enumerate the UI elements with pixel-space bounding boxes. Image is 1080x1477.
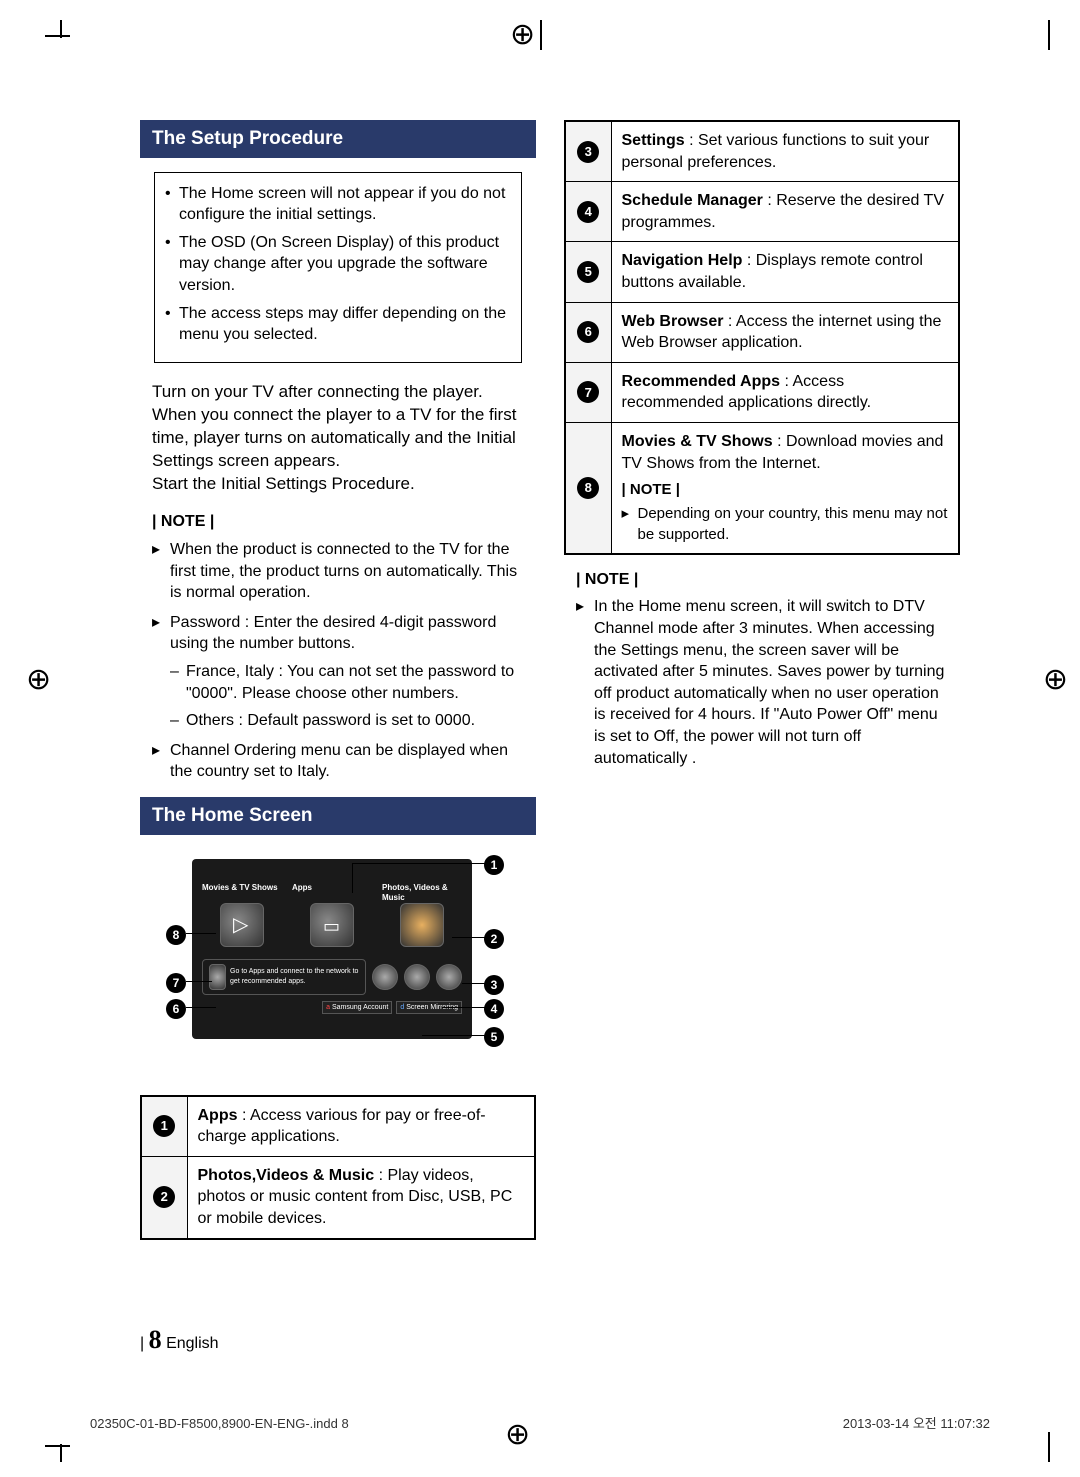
setup-notes-list: When the product is connected to the TV … bbox=[152, 539, 524, 783]
apps-icon bbox=[310, 903, 354, 947]
tile-label-movies: Movies & TV Shows bbox=[202, 883, 282, 899]
def-term: Recommended Apps bbox=[622, 373, 781, 390]
footer-language: English bbox=[166, 1335, 218, 1352]
play-icon bbox=[220, 903, 264, 947]
crop-mark bbox=[1048, 1432, 1050, 1462]
setup-body-text: Turn on your TV after connecting the pla… bbox=[152, 381, 524, 496]
setup-procedure-heading: The Setup Procedure bbox=[140, 120, 536, 158]
table-row: 3 Settings : Set various functions to su… bbox=[565, 121, 959, 182]
note-item: When the product is connected to the TV … bbox=[152, 539, 524, 604]
table-row: 2 Photos,Videos & Music : Play videos, p… bbox=[141, 1156, 535, 1238]
callout-2: 2 bbox=[484, 929, 504, 949]
crop-mark bbox=[45, 35, 70, 37]
rec-apps-icon bbox=[209, 964, 226, 990]
home-screen-heading: The Home Screen bbox=[140, 797, 536, 835]
table-row: 1 Apps : Access various for pay or free-… bbox=[141, 1096, 535, 1157]
note-item: Channel Ordering menu can be displayed w… bbox=[152, 740, 524, 783]
settings-icon bbox=[436, 964, 462, 990]
bullet-item: The OSD (On Screen Display) of this prod… bbox=[179, 232, 507, 297]
tile-label-apps: Apps bbox=[292, 883, 372, 899]
indd-filename: 02350C-01-BD-F8500,8900-EN-ENG-.indd 8 bbox=[90, 1415, 349, 1433]
crop-mark bbox=[540, 20, 542, 50]
def-term: Schedule Manager bbox=[622, 192, 763, 209]
note-item: Password : Enter the desired 4-digit pas… bbox=[152, 612, 524, 732]
footer-bar: | bbox=[140, 1335, 144, 1352]
setup-bullets-box: The Home screen will not appear if you d… bbox=[154, 172, 522, 363]
note-label: | NOTE | bbox=[622, 480, 949, 500]
tile-label-media: Photos, Videos & Music bbox=[382, 883, 462, 899]
note-item-text: Password : Enter the desired 4-digit pas… bbox=[170, 614, 496, 653]
callout-5: 5 bbox=[484, 1027, 504, 1047]
tv-screenshot: Movies & TV Shows Apps Photos, Videos & … bbox=[192, 859, 472, 1039]
callout-4: 4 bbox=[484, 999, 504, 1019]
def-number: 5 bbox=[577, 261, 599, 283]
def-number: 7 bbox=[577, 381, 599, 403]
crop-mark bbox=[45, 1445, 70, 1447]
crop-mark bbox=[60, 1444, 62, 1462]
table-row: 6 Web Browser : Access the internet usin… bbox=[565, 302, 959, 362]
note-subitem: France, Italy : You can not set the pass… bbox=[170, 661, 524, 704]
note-subitem: Others : Default password is set to 0000… bbox=[170, 710, 524, 732]
callout-6: 6 bbox=[166, 999, 186, 1019]
def-number: 1 bbox=[153, 1115, 175, 1137]
def-term: Settings bbox=[622, 132, 685, 149]
def-number: 2 bbox=[153, 1186, 175, 1208]
definitions-table-left: 1 Apps : Access various for pay or free-… bbox=[140, 1095, 536, 1240]
def-number: 6 bbox=[577, 321, 599, 343]
registration-mark-icon: ⊕ bbox=[26, 660, 51, 701]
registration-mark-icon: ⊕ bbox=[1043, 660, 1068, 701]
def-number: 3 bbox=[577, 141, 599, 163]
def8-note: Depending on your country, this menu may… bbox=[622, 504, 949, 545]
left-column: The Setup Procedure The Home screen will… bbox=[140, 120, 536, 1317]
note-label: | NOTE | bbox=[152, 511, 524, 533]
schedule-manager-icon bbox=[404, 964, 430, 990]
crop-mark bbox=[60, 20, 62, 38]
table-row: 5 Navigation Help : Displays remote cont… bbox=[565, 242, 959, 302]
web-browser-icon bbox=[372, 964, 398, 990]
def-number: 8 bbox=[577, 477, 599, 499]
media-icon bbox=[400, 903, 444, 947]
def-number: 4 bbox=[577, 201, 599, 223]
rec-apps-text: Go to Apps and connect to the network to… bbox=[230, 967, 359, 986]
bullet-item: The Home screen will not appear if you d… bbox=[179, 183, 507, 226]
crop-mark bbox=[1048, 20, 1050, 50]
table-row: 8 Movies & TV Shows : Download movies an… bbox=[565, 422, 959, 553]
def-term: Photos,Videos & Music bbox=[198, 1167, 375, 1184]
indd-timestamp: 2013-03-14 오전 11:07:32 bbox=[843, 1415, 990, 1433]
right-column: 3 Settings : Set various functions to su… bbox=[564, 120, 960, 1317]
bullet-item: The access steps may differ depending on… bbox=[179, 303, 507, 346]
def-term: Movies & TV Shows bbox=[622, 433, 773, 450]
right-note-list: In the Home menu screen, it will switch … bbox=[576, 596, 948, 769]
def-text: : Access various for pay or free-of-char… bbox=[198, 1107, 486, 1146]
callout-3: 3 bbox=[484, 975, 504, 995]
def-term: Web Browser bbox=[622, 313, 724, 330]
page-number: 8 bbox=[149, 1325, 162, 1354]
table-row: 4 Schedule Manager : Reserve the desired… bbox=[565, 182, 959, 242]
registration-mark-icon: ⊕ bbox=[510, 15, 535, 56]
btn-a-label: Samsung Account bbox=[332, 1004, 388, 1011]
callout-1: 1 bbox=[484, 855, 504, 875]
callout-8: 8 bbox=[166, 925, 186, 945]
callout-7: 7 bbox=[166, 973, 186, 993]
table-row: 7 Recommended Apps : Access recommended … bbox=[565, 362, 959, 422]
note-label: | NOTE | bbox=[576, 569, 948, 591]
page-footer: | 8 English bbox=[140, 1322, 219, 1357]
def-term: Apps bbox=[198, 1107, 238, 1124]
definitions-table-right: 3 Settings : Set various functions to su… bbox=[564, 120, 960, 555]
indesign-slug: 02350C-01-BD-F8500,8900-EN-ENG-.indd 8 2… bbox=[90, 1415, 990, 1433]
def-term: Navigation Help bbox=[622, 252, 743, 269]
home-screen-figure: Movies & TV Shows Apps Photos, Videos & … bbox=[152, 849, 524, 1069]
note-item: In the Home menu screen, it will switch … bbox=[576, 596, 948, 769]
